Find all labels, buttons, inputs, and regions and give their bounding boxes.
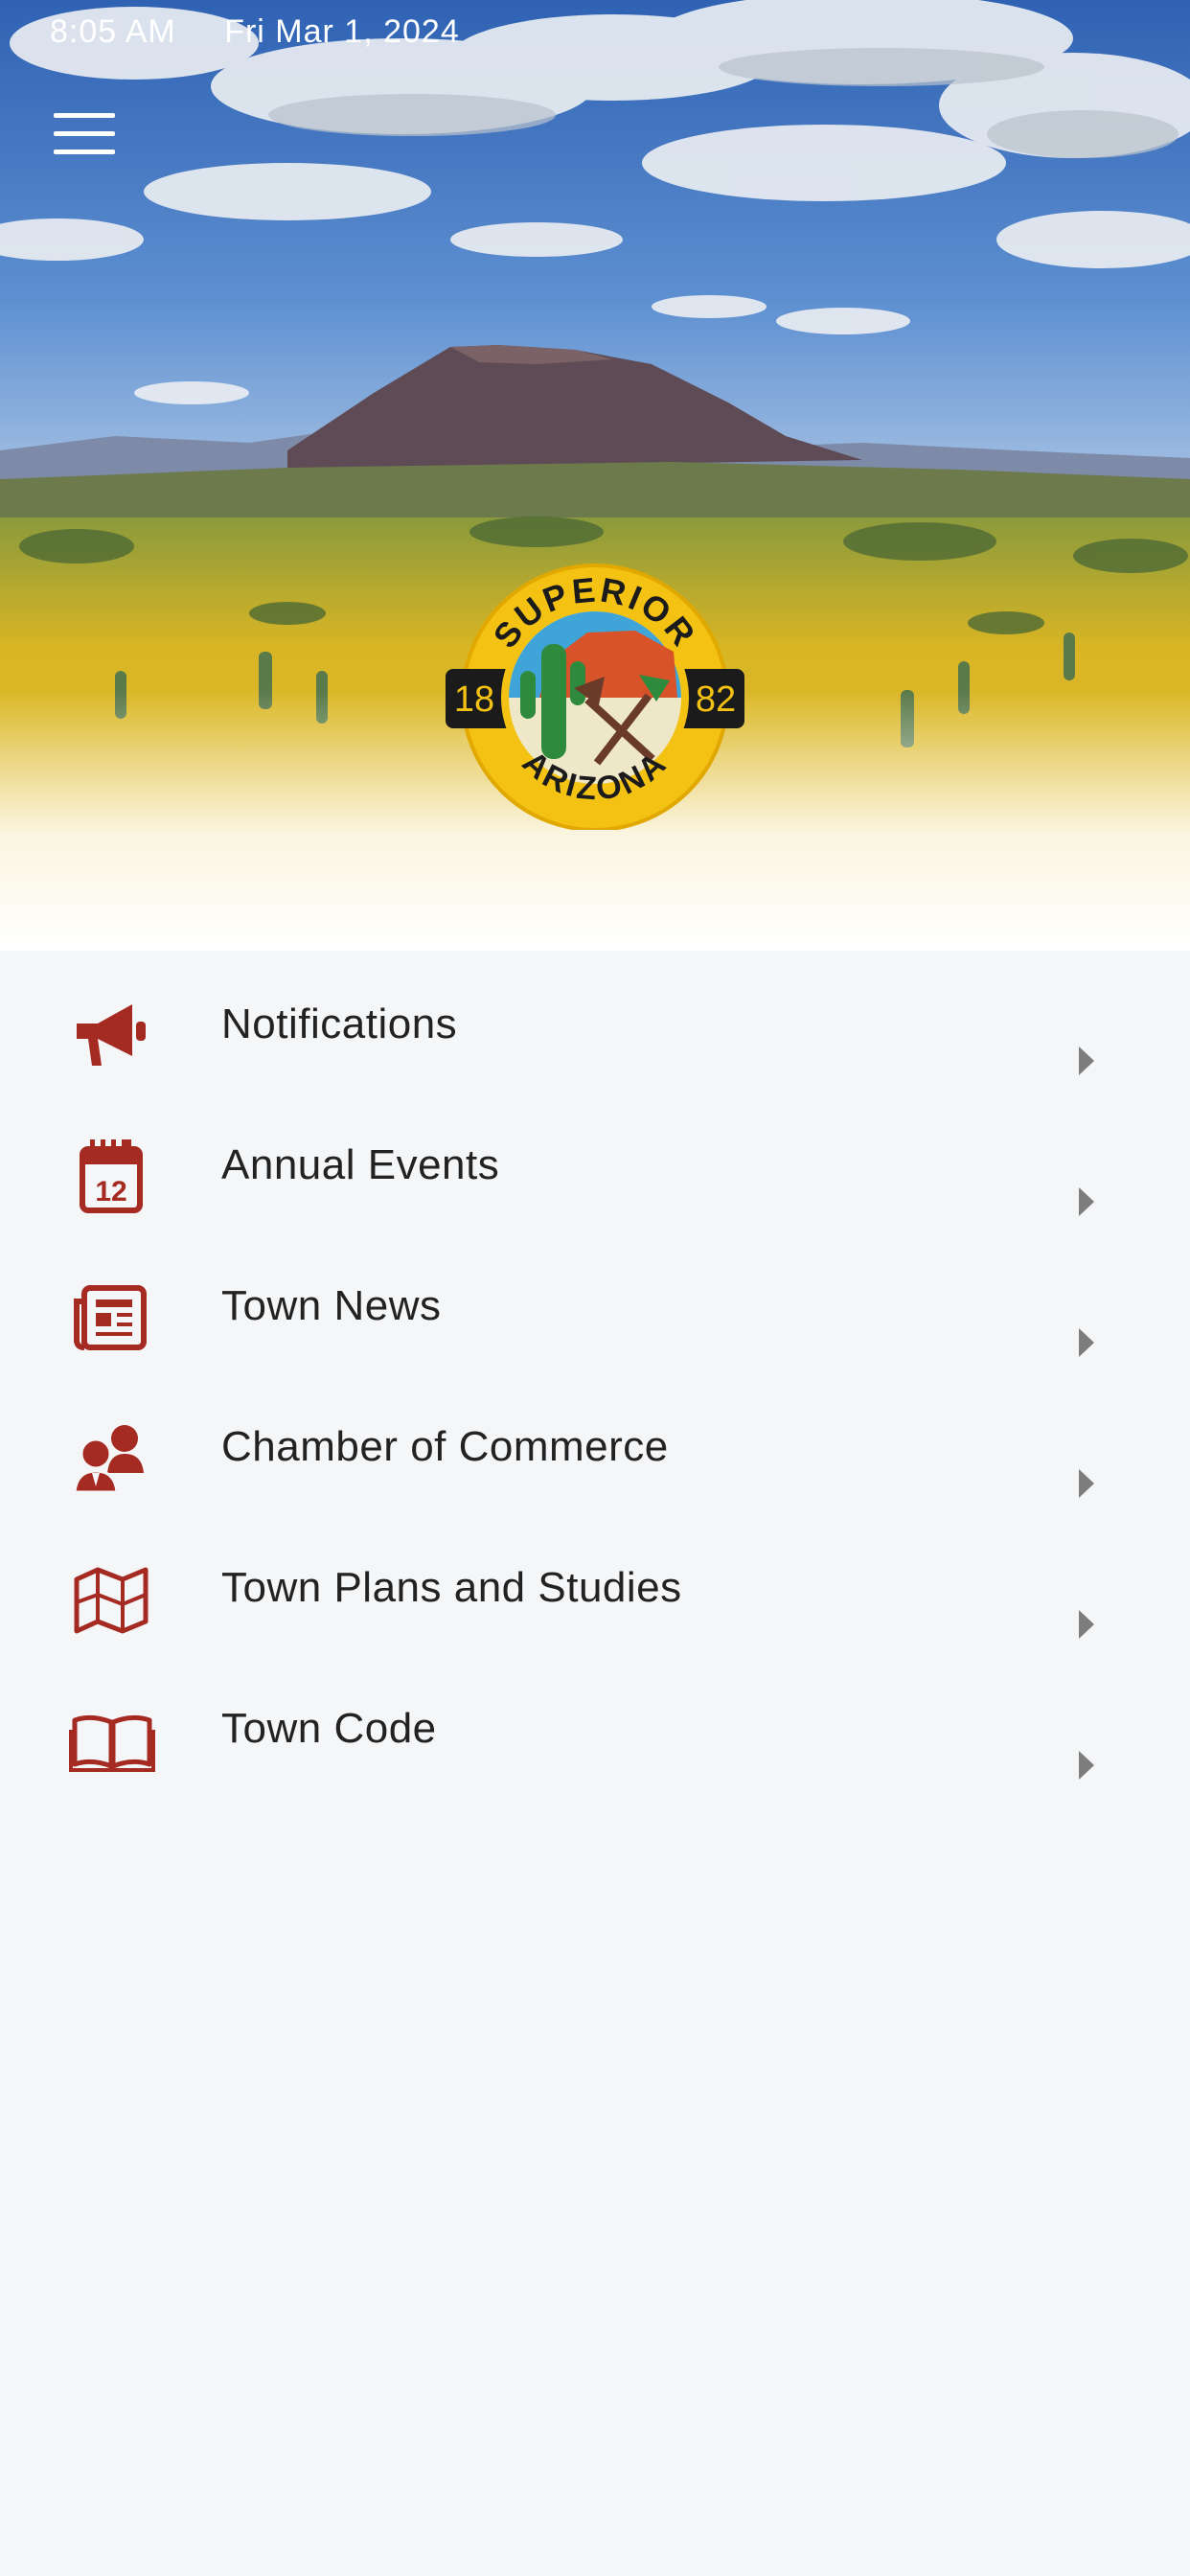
- main-menu-list: Notifications 12 Annual Events Town News…: [0, 958, 1190, 1804]
- chevron-right-icon: [1079, 1469, 1094, 1498]
- menu-item-chamber-of-commerce[interactable]: Chamber of Commerce: [0, 1381, 1190, 1522]
- chevron-right-icon: [1079, 1610, 1094, 1639]
- menu-item-label: Town Code: [221, 1705, 437, 1752]
- menu-item-town-code[interactable]: Town Code: [0, 1663, 1190, 1804]
- chevron-right-icon: [1079, 1751, 1094, 1780]
- seal-year-right: 82: [696, 679, 736, 720]
- business-people-icon: [73, 1425, 144, 1494]
- map-icon: [74, 1567, 149, 1634]
- status-bar: 8:05 AM Fri Mar 1, 2024: [50, 13, 498, 51]
- status-date: Fri Mar 1, 2024: [224, 13, 460, 50]
- menu-item-town-plans-and-studies[interactable]: Town Plans and Studies: [0, 1522, 1190, 1663]
- chevron-right-icon: [1079, 1328, 1094, 1357]
- menu-item-label: Notifications: [221, 1000, 458, 1047]
- status-time: 8:05 AM: [50, 13, 176, 50]
- calendar-icon: 12: [80, 1139, 143, 1213]
- open-book-icon: [69, 1714, 155, 1772]
- chevron-right-icon: [1079, 1187, 1094, 1216]
- menu-item-label: Town News: [221, 1282, 442, 1329]
- header-banner: 8:05 AM Fri Mar 1, 2024 SUPERIOR ARIZONA…: [0, 0, 1190, 951]
- menu-item-label: Annual Events: [221, 1141, 500, 1188]
- menu-item-annual-events[interactable]: 12 Annual Events: [0, 1099, 1190, 1240]
- seal-year-left: 18: [454, 679, 494, 720]
- menu-item-notifications[interactable]: Notifications: [0, 958, 1190, 1099]
- megaphone-icon: [77, 1004, 146, 1066]
- town-seal-logo: SUPERIOR ARIZONA 18 82: [446, 564, 744, 830]
- newspaper-icon: [74, 1285, 147, 1350]
- menu-item-label: Town Plans and Studies: [221, 1564, 682, 1611]
- menu-item-town-news[interactable]: Town News: [0, 1240, 1190, 1381]
- chevron-right-icon: [1079, 1046, 1094, 1075]
- hamburger-menu-icon[interactable]: [54, 113, 126, 171]
- menu-item-label: Chamber of Commerce: [221, 1423, 669, 1470]
- svg-text:12: 12: [95, 1176, 126, 1208]
